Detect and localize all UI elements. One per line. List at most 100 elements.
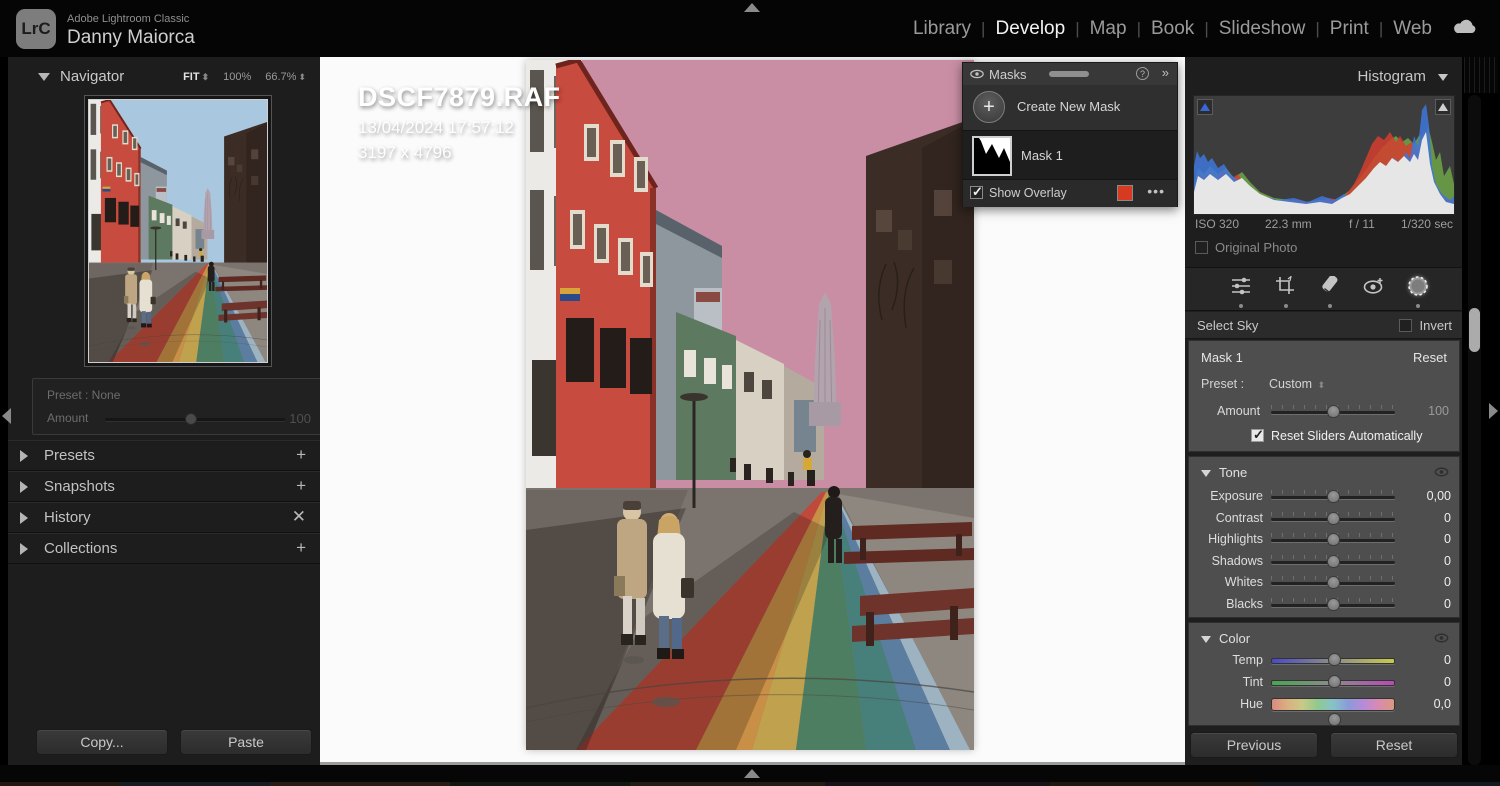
reset-button[interactable]: Reset (1330, 732, 1458, 758)
module-develop[interactable]: Develop (985, 18, 1075, 40)
masks-drag-handle[interactable] (1049, 71, 1089, 77)
scrollbar-thumb[interactable] (1469, 308, 1480, 352)
module-library[interactable]: Library (903, 18, 981, 40)
tint-slider[interactable] (1271, 675, 1395, 688)
plus-icon[interactable]: + (296, 476, 306, 496)
auto-reset-checkbox[interactable] (1251, 427, 1264, 443)
color-eye-icon[interactable] (1434, 631, 1449, 649)
slider-thumb[interactable] (1327, 533, 1340, 546)
masks-eye-icon[interactable] (970, 67, 984, 85)
module-web[interactable]: Web (1383, 18, 1442, 40)
expand-arrow-icon[interactable] (20, 512, 28, 524)
left-panel-toggle-icon[interactable] (2, 408, 11, 424)
zoom-100-button[interactable]: 100% (223, 71, 251, 83)
crop-tool-icon[interactable] (1272, 274, 1300, 298)
slider-thumb[interactable] (1327, 490, 1340, 503)
tool-state-dot (1284, 304, 1288, 308)
slider-thumb[interactable] (1327, 511, 1340, 525)
masking-tool-icon[interactable] (1404, 274, 1432, 298)
preset-dropdown[interactable]: Custom ⬍ (1269, 377, 1325, 391)
shadows-slider[interactable] (1271, 554, 1395, 568)
tool-state-dot (1416, 304, 1420, 308)
highlight-clipping-indicator[interactable] (1435, 99, 1451, 115)
paste-button[interactable]: Paste (180, 729, 312, 755)
slider-thumb[interactable] (1327, 597, 1340, 611)
tone-eye-icon[interactable] (1434, 465, 1449, 483)
module-book[interactable]: Book (1141, 18, 1204, 40)
highlights-slider-row: Highlights 0 (1189, 530, 1461, 552)
histogram-header[interactable]: Histogram (1357, 68, 1448, 85)
module-print[interactable]: Print (1320, 18, 1379, 40)
mask-1-row[interactable]: Mask 1 (963, 130, 1177, 180)
adjust-tool-icon[interactable] (1227, 274, 1255, 298)
exposure-slider[interactable] (1271, 490, 1395, 503)
lightroom-logo: LrC (16, 9, 56, 49)
copy-button[interactable]: Copy... (36, 729, 168, 755)
module-slideshow[interactable]: Slideshow (1209, 18, 1316, 40)
bottom-panel-toggle-icon[interactable] (744, 769, 760, 778)
expand-arrow-icon[interactable] (20, 543, 28, 555)
right-panel-grip (1464, 57, 1498, 93)
show-overlay-checkbox[interactable] (970, 184, 983, 200)
whites-slider[interactable] (1271, 576, 1395, 589)
slider-thumb[interactable] (1328, 713, 1341, 726)
section-label: Collections (44, 540, 118, 557)
shadows-slider-row: Shadows 0 (1189, 552, 1461, 574)
collapse-arrow-icon[interactable] (1438, 74, 1448, 81)
slider-thumb[interactable] (1327, 576, 1340, 589)
mask-amount-value: 100 (1428, 404, 1449, 418)
select-sky-bar: Select Sky Invert (1185, 312, 1462, 339)
mask-amount-slider[interactable] (1271, 405, 1395, 418)
masks-help-icon[interactable]: ? (1136, 67, 1149, 80)
top-panel-toggle-icon[interactable] (744, 3, 760, 12)
mask-amount-thumb[interactable] (1327, 405, 1340, 418)
mask-reset-button[interactable]: Reset (1413, 350, 1447, 365)
masks-panel-header[interactable]: Masks ? » (963, 63, 1177, 85)
amount-label: Amount (47, 411, 89, 425)
blacks-slider[interactable] (1271, 597, 1395, 611)
plus-icon[interactable]: + (296, 538, 306, 558)
section-snapshots[interactable]: Snapshots + (8, 471, 320, 502)
hue-slider[interactable] (1271, 698, 1395, 726)
slider-thumb[interactable] (1328, 653, 1341, 666)
contrast-slider[interactable] (1271, 511, 1395, 525)
create-new-mask-row[interactable]: + Create New Mask (963, 85, 1177, 130)
module-map[interactable]: Map (1080, 18, 1137, 40)
amount-slider[interactable] (105, 413, 285, 425)
zoom-custom-button[interactable]: 66.7% ⬍ (265, 71, 306, 83)
plus-icon[interactable]: + (296, 445, 306, 465)
collapse-arrow-icon[interactable] (38, 73, 50, 81)
cloud-sync-icon[interactable] (1452, 18, 1478, 40)
navigator-preview[interactable] (88, 99, 268, 363)
slider-thumb[interactable] (1328, 675, 1341, 688)
original-photo-checkbox[interactable] (1195, 241, 1208, 254)
iso-value: ISO 320 (1195, 217, 1240, 231)
zoom-fit-button[interactable]: FIT ⬍ (183, 71, 209, 83)
create-mask-plus-button[interactable]: + (973, 91, 1005, 123)
slider-thumb[interactable] (1327, 554, 1340, 568)
heal-tool-icon[interactable] (1316, 274, 1344, 298)
right-panel-toggle-icon[interactable] (1489, 403, 1498, 419)
histogram[interactable] (1193, 95, 1455, 215)
overlay-more-icon[interactable]: ••• (1147, 183, 1165, 199)
tone-header[interactable]: Tone (1201, 465, 1247, 480)
section-collections[interactable]: Collections + (8, 533, 320, 564)
navigator-header[interactable]: Navigator FIT ⬍ 100% 66.7% ⬍ (8, 62, 320, 92)
temp-slider[interactable] (1271, 653, 1395, 666)
masks-collapse-icon[interactable]: » (1162, 65, 1169, 80)
section-presets[interactable]: Presets + (8, 440, 320, 471)
highlights-slider[interactable] (1271, 533, 1395, 546)
main-photo[interactable] (526, 60, 974, 750)
invert-checkbox[interactable] (1399, 319, 1413, 332)
amount-slider-thumb[interactable] (185, 413, 197, 425)
section-history[interactable]: History ✕ (8, 502, 320, 533)
expand-arrow-icon[interactable] (20, 481, 28, 493)
right-panel-scrollbar[interactable] (1468, 95, 1481, 765)
previous-button[interactable]: Previous (1190, 732, 1318, 758)
color-header[interactable]: Color (1201, 631, 1250, 646)
close-icon[interactable]: ✕ (292, 507, 306, 527)
shadow-clipping-indicator[interactable] (1197, 99, 1213, 115)
expand-arrow-icon[interactable] (20, 450, 28, 462)
red-eye-tool-icon[interactable] (1360, 274, 1388, 298)
overlay-color-swatch[interactable] (1117, 185, 1133, 201)
